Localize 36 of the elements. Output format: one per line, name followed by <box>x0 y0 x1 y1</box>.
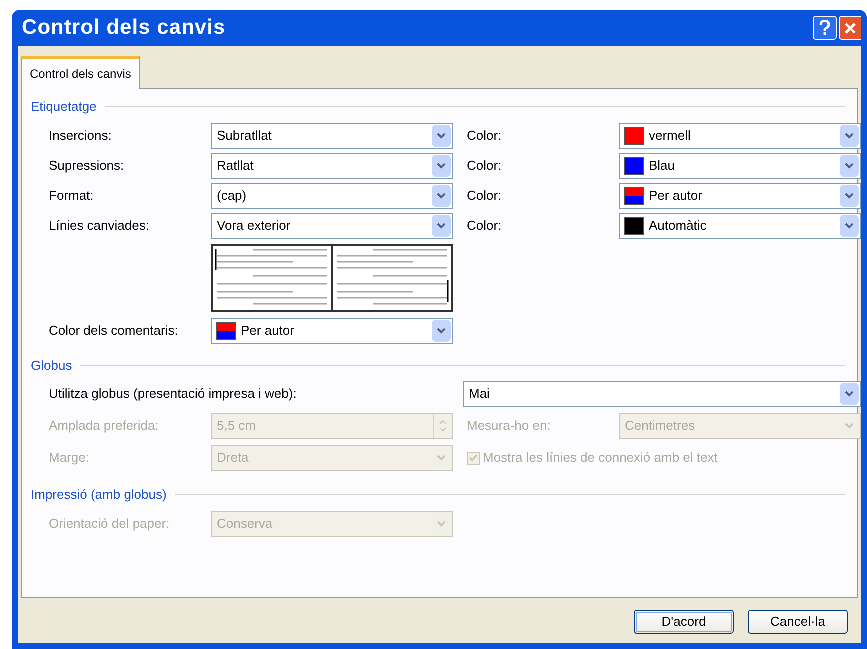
dropdown-field[interactable]: Ratllat <box>211 152 453 178</box>
field-label: Marge: <box>49 449 90 468</box>
section-heading: Impressió (amb globus) <box>31 486 167 504</box>
field-label: Supressions: <box>49 156 126 175</box>
dropdown-field[interactable]: Automàtic <box>619 212 861 238</box>
dropdown-field[interactable]: Mai <box>463 381 861 407</box>
field-label: Color dels comentaris: <box>49 322 180 340</box>
field-label: Format: <box>49 186 95 205</box>
field-label: Color: <box>467 156 503 175</box>
field-label: Mesura-ho en: <box>467 417 552 436</box>
dropdown-field[interactable]: (cap) <box>211 182 453 208</box>
dropdown-field[interactable]: Vora exterior <box>211 212 453 238</box>
field-label: Orientació del paper: <box>49 514 171 533</box>
section-heading: Globus <box>31 356 72 374</box>
field-label: Color: <box>467 216 503 235</box>
dialog-button[interactable]: D'acord <box>634 610 734 634</box>
dropdown-field[interactable]: Per autor <box>211 318 453 344</box>
section-heading: Etiquetatge <box>31 98 97 116</box>
field-label: Color: <box>467 126 503 145</box>
close-icon <box>844 22 857 34</box>
field-label: Utilitza globus (presentació impresa i web): <box>49 386 297 401</box>
close-button[interactable] <box>839 16 861 40</box>
dropdown-field[interactable]: Blau <box>619 152 861 178</box>
tab[interactable]: Control dels canvis <box>21 56 140 89</box>
dialog-button[interactable]: Cancel·la <box>748 610 848 634</box>
help-icon <box>819 20 831 36</box>
dropdown-field[interactable]: vermell <box>619 122 861 148</box>
field-label: Línies canviades: <box>49 216 150 235</box>
window-title: Control dels canvis <box>22 15 227 42</box>
dropdown-field[interactable]: Subratllat <box>211 122 453 148</box>
field-label: Insercions: <box>49 126 113 145</box>
field-label: Amplada preferida: <box>49 417 160 436</box>
field-label: Mostra les línies de connexió amb el text <box>483 449 718 468</box>
field-label: Color: <box>467 186 503 205</box>
dropdown-field[interactable]: Per autor <box>619 182 861 208</box>
help-button[interactable] <box>813 16 837 40</box>
